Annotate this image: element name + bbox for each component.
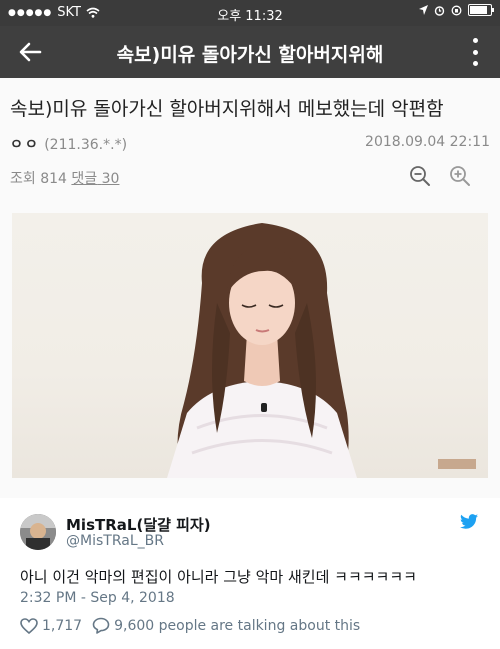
twitter-bird-icon[interactable] — [460, 514, 478, 529]
orientation-lock-icon — [451, 5, 462, 15]
comments-label: 댓글 — [71, 171, 98, 187]
app-bar-title: 속보)미유 돌아가신 할아버지위해 — [116, 44, 384, 66]
post-author: ㅇㅇ (211.36.*.*) — [10, 134, 127, 154]
avatar-image — [20, 514, 56, 550]
comments-link[interactable]: 댓글 30 — [71, 171, 119, 187]
post-stats: 조회 814 댓글 30 — [10, 168, 119, 188]
views-count: 814 — [40, 171, 67, 187]
avatar[interactable] — [20, 514, 56, 550]
post-photo — [12, 213, 488, 478]
author-ip: (211.36.*.*) — [44, 137, 128, 153]
location-arrow-icon — [419, 5, 428, 15]
post-date: 2018.09.04 22:11 — [365, 134, 490, 150]
tweet-actions: 1,717 9,600 people are talking about thi… — [20, 617, 360, 634]
comments-count: 30 — [101, 171, 120, 187]
tweet-text: 아니 이건 악마의 편집이 아니라 그냥 악마 새킨데 ㅋㅋㅋㅋㅋㅋ — [20, 568, 417, 586]
post-meta-author-row: ㅇㅇ (211.36.*.*) 2018.09.04 22:11 — [10, 134, 490, 154]
photo-watermark-logo — [438, 459, 476, 469]
tweet-user-handle[interactable]: @MisTRaL_BR — [66, 533, 164, 549]
zoom-out-icon — [410, 166, 430, 186]
more-options-button[interactable] — [470, 38, 480, 66]
app-bar: 속보)미유 돌아가신 할아버지위해 — [0, 26, 500, 78]
status-right — [419, 4, 494, 16]
zoom-in-icon — [450, 166, 470, 186]
woman-portrait-illustration — [167, 223, 357, 478]
battery-icon — [468, 4, 494, 16]
post-meta-stats-row: 조회 814 댓글 30 — [10, 166, 490, 192]
tweet-card: MisTRaL(달걀 피자) @MisTRaL_BR 아니 이건 악마의 편집이… — [0, 498, 500, 649]
alarm-icon — [434, 5, 445, 16]
heart-icon[interactable] — [20, 617, 38, 634]
author-name: ㅇㅇ — [10, 137, 40, 153]
views-label: 조회 — [10, 171, 36, 187]
talking-count[interactable]: 9,600 people are talking about this — [114, 618, 360, 634]
post-title: 속보)미유 돌아가신 할아버지위해서 메보했는데 악편함 — [10, 98, 444, 120]
status-bar: ●●●●● SKT 오후 11:32 — [0, 0, 500, 26]
like-count: 1,717 — [42, 617, 83, 634]
tweet-user-name[interactable]: MisTRaL(달걀 피자) — [66, 514, 211, 535]
tweet-timestamp[interactable]: 2:32 PM - Sep 4, 2018 — [20, 590, 175, 606]
more-vertical-icon — [472, 38, 478, 43]
speech-bubble-icon[interactable] — [92, 617, 110, 634]
zoom-in-button[interactable] — [448, 164, 474, 190]
community-post-screenshot: ●●●●● SKT 오후 11:32 속보)미유 돌아가신 할아버지위해 속보)… — [0, 0, 500, 499]
zoom-out-button[interactable] — [408, 164, 434, 190]
